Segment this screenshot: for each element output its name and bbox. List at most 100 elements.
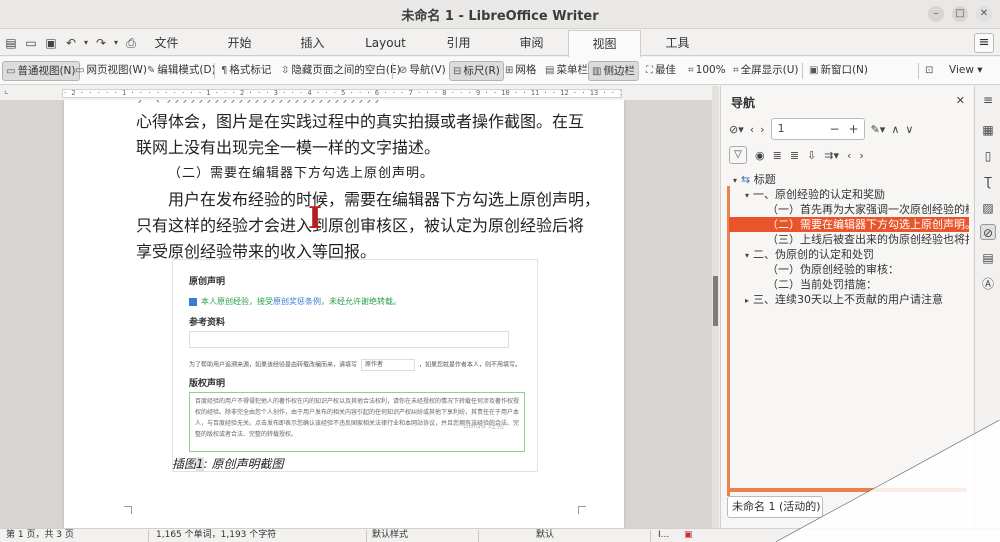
open-icon[interactable]: ▭ [22, 34, 40, 52]
navigator-deck-icon[interactable]: ⊘ [980, 224, 996, 240]
normal-view-icon: ▭ [6, 66, 16, 77]
zoom-optimal-button[interactable]: ⛶ 最佳 [643, 61, 679, 81]
page-icon[interactable]: ▯ [980, 148, 996, 164]
outline-level-icon[interactable]: ⇉▾ [824, 149, 839, 162]
document-canvas[interactable]: ，（ ，，，，，，，，，，，，，，，，，，，，，，，，，，， 心得体会，图片是在… [0, 100, 712, 528]
formatting-marks-button[interactable]: ¶ 格式标记 [218, 61, 274, 81]
horizontal-ruler[interactable]: · 2 · · · · · 1 · · · · · · · · · 1 · · … [62, 89, 622, 98]
tree-item-subsection[interactable]: （三）上线后被查出来的伪原创经验也将扣 [729, 232, 969, 247]
page-number-spinner[interactable]: 1 − + [770, 118, 865, 140]
tab-references[interactable]: 引用 [422, 30, 495, 56]
close-icon[interactable]: ✕ [956, 94, 965, 107]
insert-icon[interactable]: ⇩ [807, 149, 816, 162]
promote-icon[interactable]: ‹ [847, 149, 851, 162]
sidebar-splitter[interactable] [712, 86, 719, 528]
tree-item-section-3[interactable]: ▸ 三、连续30天以上不贡献的用户请注意 [729, 292, 969, 307]
redo-dropdown-icon[interactable]: ▾ [112, 34, 120, 52]
ruler-row: ⌞ · 2 · · · · · 1 · · · · · · · · · 1 · … [0, 86, 720, 100]
properties-icon[interactable]: ▦ [980, 122, 996, 138]
zoom-100-icon: ⌗ [688, 65, 694, 76]
quick-access-toolbar: ▤ ▭ ▣ ↶ ▾ ↷ ▾ ⎙ [2, 34, 140, 52]
navigator-sidebar: 导航 ✕ ⊘▾ ‹ › 1 − + ✎▾ ∧ ∨ ▽ ◉ ≣ ≣ ⇩ ⇉▾ ‹ … [720, 86, 973, 528]
design-icon[interactable]: Ⓐ [980, 276, 996, 292]
hamburger-icon[interactable]: ≡ [980, 92, 996, 108]
fullscreen-button[interactable]: ⌗ 全屏显示(U) [730, 61, 802, 81]
tab-file[interactable]: 文件 [130, 30, 203, 56]
sidebar-bottom-accent [727, 488, 967, 492]
view-settings-icon[interactable]: ⊡ [922, 61, 938, 81]
gallery-icon[interactable]: ▨ [980, 200, 996, 216]
decrement-icon[interactable]: − [826, 119, 844, 139]
tree-item-subsection[interactable]: （一）首先再为大家强调一次原创经验的概 [729, 202, 969, 217]
tree-item-subsection-selected[interactable]: （二）需要在编辑器下方勾选上原创声明。 [729, 217, 969, 232]
expand-arrow-icon[interactable]: ▸ [741, 293, 753, 307]
undo-dropdown-icon[interactable]: ▾ [82, 34, 90, 52]
tab-review[interactable]: 审阅 [495, 30, 568, 56]
edit-mode-button[interactable]: ✎ 编辑模式(D) [144, 61, 219, 81]
word-count[interactable]: 1,165 个单词，1,193 个字符 [156, 529, 276, 542]
content-view-icon[interactable]: ▽ [729, 146, 747, 164]
redo-icon[interactable]: ↷ [92, 34, 110, 52]
heading-up-icon[interactable]: ≣ [773, 149, 782, 162]
language[interactable]: 默认 [536, 529, 554, 542]
normal-view-button[interactable]: ▭ 普通视图(N) [2, 61, 80, 81]
tree-item-subsection[interactable]: （一）伪原创经验的审核： [729, 262, 969, 277]
tab-home[interactable]: 开始 [203, 30, 276, 56]
manage-changes-icon[interactable]: ▤ [980, 250, 996, 266]
tab-insert[interactable]: 插入 [276, 30, 349, 56]
embedded-screenshot-image[interactable]: 原创声明 本人原创经验，接受原创奖惩条例，未经允许谢绝转载。 参考资料 为了帮助… [172, 259, 538, 472]
hamburger-menu-icon[interactable]: ≡ [974, 33, 994, 53]
paragraph-line: 心得体会，图片是在实践过程中的真实拍摄或者操作截图。在互 [136, 112, 585, 131]
sidebar-icon: ▥ [592, 66, 602, 77]
ruler-button[interactable]: ⊟ 标尺(R) [449, 61, 504, 81]
tab-stop-icon[interactable]: ⌞ [4, 86, 8, 96]
menu-icon[interactable]: ▤ [2, 34, 20, 52]
menubar-button[interactable]: ▤ 菜单栏 [542, 61, 591, 81]
grid-icon: ⊞ [505, 65, 514, 76]
tab-tools[interactable]: 工具 [641, 30, 714, 56]
document-selector[interactable]: 未命名 1 (活动的) [727, 496, 823, 518]
grid-button[interactable]: ⊞ 网格 [502, 61, 539, 81]
collapse-arrow-icon[interactable]: ▾ [729, 173, 741, 187]
collapse-arrow-icon[interactable]: ▾ [741, 188, 753, 202]
zoom-100-button[interactable]: ⌗ 100% [685, 61, 729, 81]
web-view-button[interactable]: ▭ 网页视图(W) [72, 61, 150, 81]
tab-view[interactable]: 视图 [568, 30, 641, 57]
tree-item-headings[interactable]: ▾ ⇆ 标题 [729, 172, 969, 187]
page-style[interactable]: 默认样式 [372, 529, 408, 542]
hide-whitespace-button[interactable]: ⇳ 隐藏页面之间的空白(E) [278, 61, 404, 81]
navigate-by-icon[interactable]: ⊘▾ [729, 123, 744, 136]
tree-item-section-2[interactable]: ▾ 二、伪原创的认定和处罚 [729, 247, 969, 262]
minimize-button[interactable]: – [928, 6, 944, 22]
document-text[interactable]: ，（ ，，，，，，，，，，，，，，，，，，，，，，，，，，， 心得体会，图片是在… [136, 100, 600, 265]
collapse-icon[interactable]: ∧ [891, 123, 899, 136]
document-page[interactable]: ，（ ，，，，，，，，，，，，，，，，，，，，，，，，，，， 心得体会，图片是在… [64, 100, 624, 528]
tree-item-subsection[interactable]: （二）当前处罚措施： [729, 277, 969, 292]
page-count[interactable]: 第 1 页，共 3 页 [6, 529, 74, 542]
next-icon[interactable]: › [760, 123, 764, 136]
demote-icon[interactable]: › [859, 149, 863, 162]
drag-mode-icon[interactable]: ✎▾ [871, 123, 886, 136]
show-icon[interactable]: ◉ [755, 149, 765, 162]
splitter-grip[interactable] [713, 276, 718, 326]
sidebar-toggle-button[interactable]: ▥ 侧边栏 [588, 61, 639, 81]
maximize-button[interactable]: □ [952, 6, 968, 22]
image-caption[interactable]: 插图1: 原创声明截图 [172, 455, 284, 472]
view-menu-button[interactable]: View ▾ [946, 61, 986, 81]
close-button[interactable]: ✕ [976, 6, 992, 22]
new-window-button[interactable]: ▣ 新窗口(N) [806, 61, 871, 81]
undo-icon[interactable]: ↶ [62, 34, 80, 52]
expand-icon[interactable]: ∨ [905, 123, 913, 136]
document-modified-icon[interactable]: ▣ [684, 529, 693, 542]
increment-icon[interactable]: + [845, 119, 863, 139]
collapse-arrow-icon[interactable]: ▾ [741, 248, 753, 262]
styles-icon[interactable]: Ʈ [980, 174, 996, 190]
tree-item-section-1[interactable]: ▾ 一、原创经验的认定和奖励 [729, 187, 969, 202]
navigator-toolbar-1: ⊘▾ ‹ › 1 − + ✎▾ ∧ ∨ [729, 118, 913, 140]
save-icon[interactable]: ▣ [42, 34, 60, 52]
tab-layout[interactable]: Layout [349, 30, 422, 56]
heading-down-icon[interactable]: ≣ [790, 149, 799, 162]
previous-icon[interactable]: ‹ [750, 123, 754, 136]
insert-mode[interactable]: I... [658, 529, 669, 542]
navigator-button[interactable]: ⊘ 导航(V) [396, 61, 449, 81]
